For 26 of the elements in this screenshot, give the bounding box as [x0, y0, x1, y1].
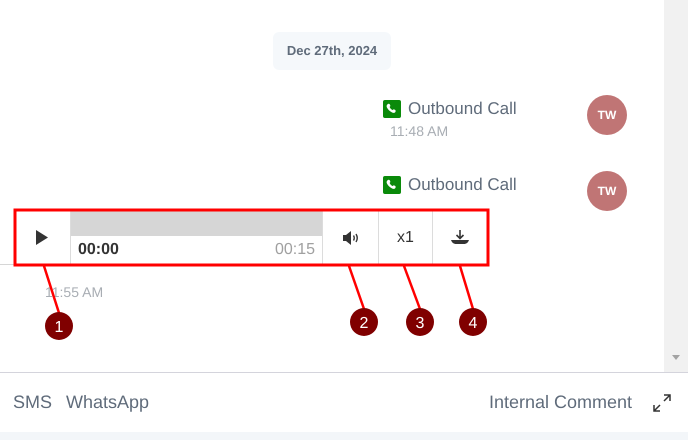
- avatar: TW: [587, 94, 627, 134]
- call-title: Outbound Call: [408, 174, 517, 194]
- play-icon: [36, 230, 48, 245]
- expand-icon[interactable]: [652, 392, 672, 412]
- composer-tab[interactable]: SMS: [13, 389, 52, 416]
- avatar: TW: [587, 170, 627, 210]
- duration: 00:15: [274, 240, 315, 260]
- phone-icon: [383, 176, 401, 194]
- callout-marker: 4: [459, 308, 487, 336]
- phone-icon: [383, 100, 401, 118]
- scrollbar[interactable]: [664, 0, 688, 372]
- download-icon: [451, 230, 469, 245]
- callout-marker: 1: [45, 312, 73, 340]
- speed-button[interactable]: x1: [378, 211, 432, 264]
- call-title: Outbound Call: [408, 98, 517, 118]
- message-time: 11:48 AM: [390, 122, 450, 138]
- composer-tab[interactable]: Internal Comment: [488, 389, 632, 416]
- callout-marker: 3: [406, 308, 434, 336]
- leader-line: [402, 266, 422, 310]
- elapsed-time: 00:00: [78, 240, 119, 260]
- leader-line: [458, 266, 474, 310]
- composer-tab[interactable]: WhatsApp: [66, 389, 150, 416]
- leader-line: [348, 266, 366, 310]
- volume-icon: [342, 230, 358, 244]
- callout-marker: 2: [350, 308, 378, 336]
- progress-track[interactable]: [71, 211, 322, 236]
